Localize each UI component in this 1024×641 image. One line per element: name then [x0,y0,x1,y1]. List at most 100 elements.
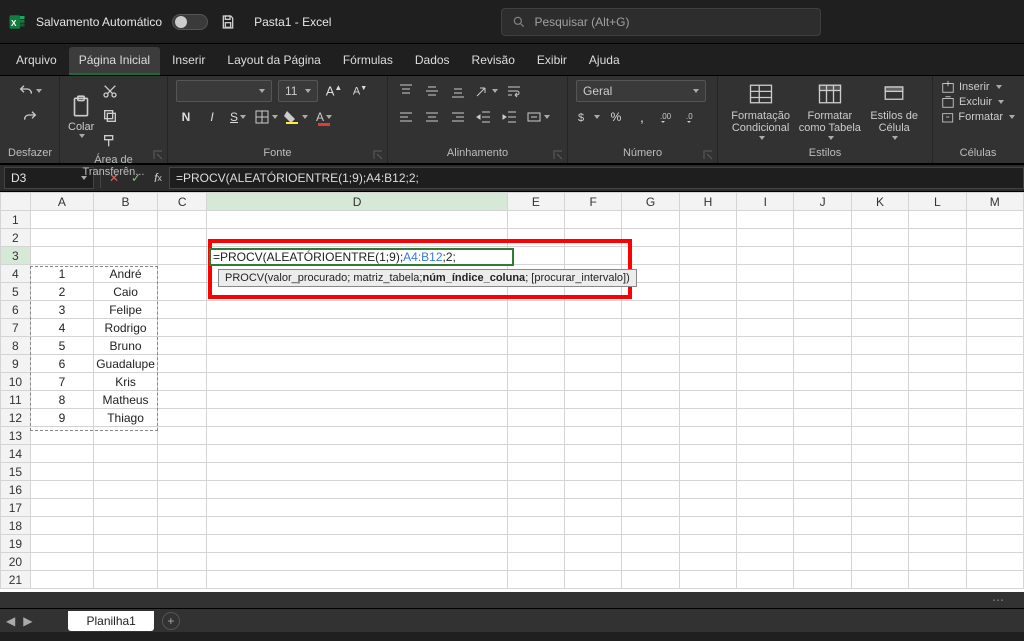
cell-G16[interactable] [622,481,679,499]
cell-C7[interactable] [158,319,207,337]
cell-J17[interactable] [794,499,851,517]
cell-F16[interactable] [565,481,622,499]
cell-A21[interactable] [30,571,93,589]
cell-I9[interactable] [737,355,794,373]
cell-D2[interactable] [207,229,507,247]
cell-E20[interactable] [507,553,564,571]
cell-I7[interactable] [737,319,794,337]
align-middle-button[interactable] [422,80,442,102]
row-header-12[interactable]: 12 [1,409,31,427]
cell-E12[interactable] [507,409,564,427]
row-header-1[interactable]: 1 [1,211,31,229]
cell-B2[interactable] [94,229,158,247]
tab-formulas[interactable]: Fórmulas [333,47,403,75]
cell-G9[interactable] [622,355,679,373]
cell-I13[interactable] [737,427,794,445]
row-header-5[interactable]: 5 [1,283,31,301]
sheet-nav-prev[interactable]: ◀ [6,614,15,628]
cell-D8[interactable] [207,337,507,355]
cell-K15[interactable] [851,463,908,481]
cell-G6[interactable] [622,301,679,319]
cell-B16[interactable] [94,481,158,499]
font-size-select[interactable]: 11 [278,80,318,102]
cell-I19[interactable] [737,535,794,553]
cell-J16[interactable] [794,481,851,499]
cell-I18[interactable] [737,517,794,535]
cell-G19[interactable] [622,535,679,553]
cell-L21[interactable] [909,571,966,589]
cell-J8[interactable] [794,337,851,355]
cell-L8[interactable] [909,337,966,355]
cell-J2[interactable] [794,229,851,247]
cell-C14[interactable] [158,445,207,463]
cell-D15[interactable] [207,463,507,481]
cell-H21[interactable] [679,571,736,589]
cell-A14[interactable] [30,445,93,463]
cell-G14[interactable] [622,445,679,463]
cell-D13[interactable] [207,427,507,445]
cell-C19[interactable] [158,535,207,553]
cell-A15[interactable] [30,463,93,481]
format-painter-button[interactable] [100,130,120,152]
font-color-button[interactable]: A [314,106,334,128]
cell-M17[interactable] [966,499,1024,517]
cell-H7[interactable] [679,319,736,337]
cell-H8[interactable] [679,337,736,355]
cell-F10[interactable] [565,373,622,391]
cell-H19[interactable] [679,535,736,553]
cell-B13[interactable] [94,427,158,445]
cell-A3[interactable] [30,247,93,265]
cell-I2[interactable] [737,229,794,247]
cell-L18[interactable] [909,517,966,535]
cell-F11[interactable] [565,391,622,409]
cell-K4[interactable] [851,265,908,283]
cell-J10[interactable] [794,373,851,391]
cell-D20[interactable] [207,553,507,571]
cell-F8[interactable] [565,337,622,355]
col-header-J[interactable]: J [794,193,851,211]
cell-B4[interactable]: André [94,265,158,283]
cell-B14[interactable] [94,445,158,463]
cell-H11[interactable] [679,391,736,409]
wrap-text-button[interactable] [504,80,524,102]
cell-J4[interactable] [794,265,851,283]
cell-E17[interactable] [507,499,564,517]
cell-H18[interactable] [679,517,736,535]
cell-A12[interactable]: 9 [30,409,93,427]
cell-K13[interactable] [851,427,908,445]
cell-G21[interactable] [622,571,679,589]
cell-M20[interactable] [966,553,1024,571]
cell-F12[interactable] [565,409,622,427]
sheet-tab-planilha1[interactable]: Planilha1 [68,611,153,631]
row-header-2[interactable]: 2 [1,229,31,247]
cell-I14[interactable] [737,445,794,463]
cell-L7[interactable] [909,319,966,337]
cell-J19[interactable] [794,535,851,553]
cell-I4[interactable] [737,265,794,283]
cell-K3[interactable] [851,247,908,265]
cell-E15[interactable] [507,463,564,481]
decrease-indent-button[interactable] [474,106,494,128]
cell-K8[interactable] [851,337,908,355]
cell-B3[interactable] [94,247,158,265]
tab-inserir[interactable]: Inserir [162,47,215,75]
cell-M1[interactable] [966,211,1024,229]
cell-B17[interactable] [94,499,158,517]
cell-G11[interactable] [622,391,679,409]
cell-F18[interactable] [565,517,622,535]
cell-G3[interactable] [622,247,679,265]
cell-A13[interactable] [30,427,93,445]
cell-D19[interactable] [207,535,507,553]
cell-G20[interactable] [622,553,679,571]
cell-I21[interactable] [737,571,794,589]
cell-G8[interactable] [622,337,679,355]
paste-button[interactable]: Colar [68,94,94,138]
cell-I15[interactable] [737,463,794,481]
cell-C20[interactable] [158,553,207,571]
cell-E3[interactable] [507,247,564,265]
cell-F1[interactable] [565,211,622,229]
cell-C5[interactable] [158,283,207,301]
cell-G10[interactable] [622,373,679,391]
cell-D18[interactable] [207,517,507,535]
search-input[interactable]: Pesquisar (Alt+G) [501,8,821,36]
